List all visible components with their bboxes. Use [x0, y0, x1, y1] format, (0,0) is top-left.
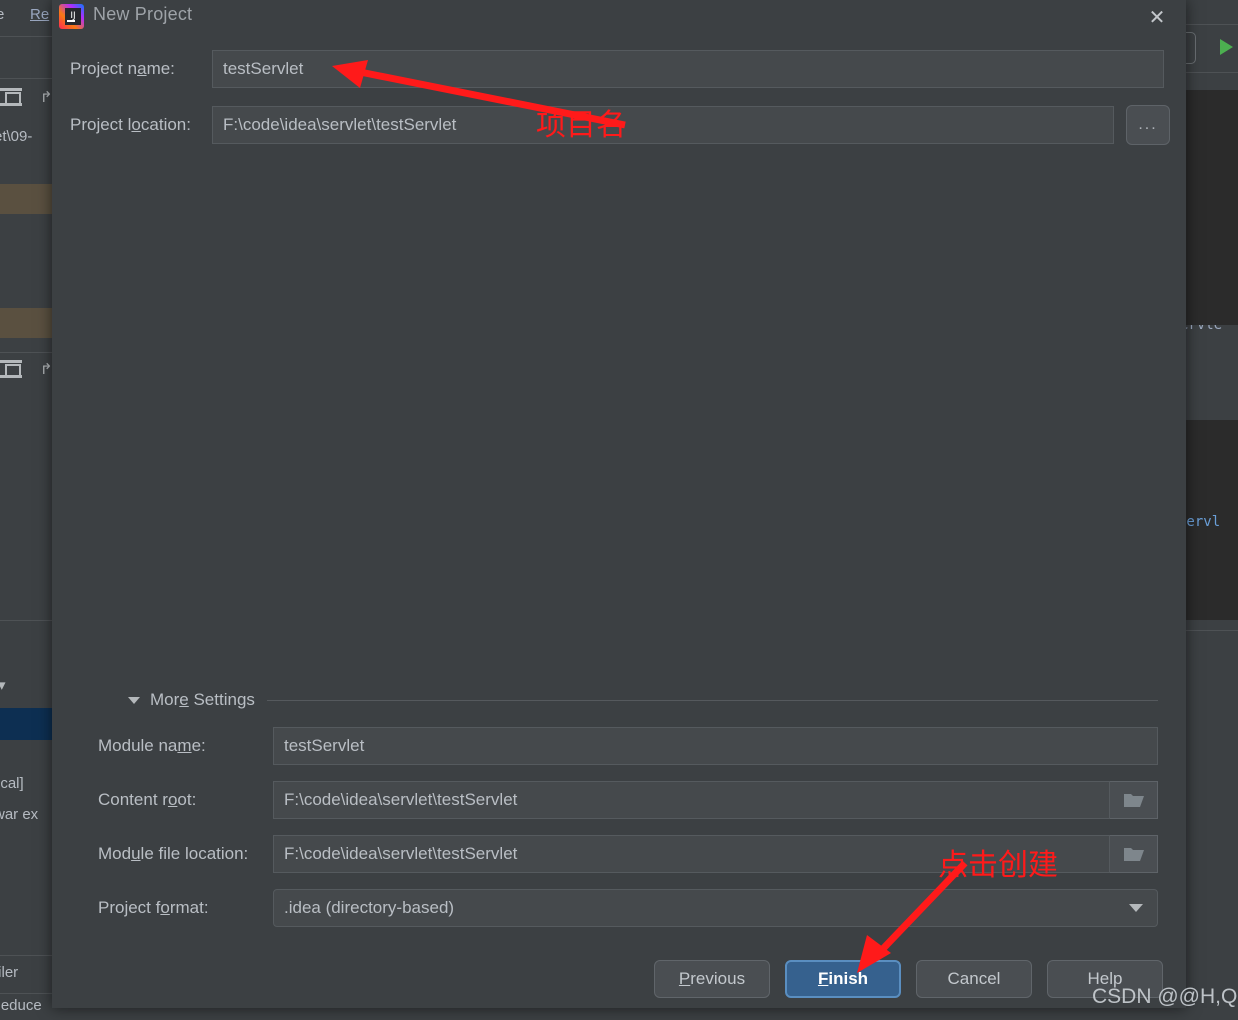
module-name-input[interactable] — [272, 727, 1158, 765]
project-name-label: Project name: — [70, 59, 175, 78]
cancel-button[interactable]: Cancel — [916, 960, 1032, 998]
ellipsis-icon: ... — [1138, 116, 1158, 133]
finish-button[interactable]: Finish — [785, 960, 901, 998]
menu-item-refactor-fragment[interactable]: Re — [30, 6, 49, 23]
ide-divider — [0, 352, 52, 353]
expand-all-icon[interactable] — [0, 360, 22, 378]
csdn-watermark: CSDN @@H,Q — [1092, 985, 1238, 1008]
collapse-icon[interactable]: ↱ — [40, 360, 52, 378]
menu-item-file-fragment[interactable]: e — [0, 6, 4, 23]
chevron-down-icon[interactable]: ▾ — [0, 676, 6, 694]
folder-icon — [1123, 847, 1144, 861]
run-arrow-icon[interactable] — [1220, 39, 1233, 55]
project-name-row: Project name: — [70, 50, 1170, 88]
ide-divider — [0, 36, 52, 37]
project-name-input[interactable] — [212, 50, 1164, 88]
more-settings-label: More Settings — [150, 690, 255, 709]
project-path-fragment: et\09- — [0, 128, 33, 145]
content-root-input[interactable] — [272, 781, 1111, 819]
profiler-tab-fragment[interactable]: filer — [0, 964, 18, 981]
annotation-click-create: 点击创建 — [938, 848, 1058, 883]
ide-divider — [0, 78, 52, 79]
close-icon[interactable]: ✕ — [1134, 0, 1180, 34]
ide-divider — [0, 955, 52, 956]
run-config-selector[interactable] — [1186, 32, 1196, 64]
annotation-project-name: 项目名 — [536, 108, 626, 143]
section-divider — [266, 699, 1158, 701]
reduce-tab-fragment[interactable]: Reduce — [0, 997, 42, 1014]
project-format-select[interactable]: .idea (directory-based) — [272, 889, 1158, 927]
browse-content-root-button[interactable] — [1110, 781, 1158, 819]
browse-module-file-location-button[interactable] — [1110, 835, 1158, 873]
project-location-row: Project location: ... — [70, 105, 1190, 145]
highlight-band — [0, 184, 52, 214]
dialog-title: New Project — [93, 4, 193, 24]
ide-divider — [1186, 24, 1238, 25]
triangle-down-icon — [128, 696, 140, 704]
collapse-icon[interactable]: ↱ — [40, 88, 52, 106]
project-format-row: Project format: .idea (directory-based) — [98, 889, 1158, 927]
previous-button[interactable]: Previous — [654, 960, 770, 998]
module-file-location-label: Module file location: — [98, 844, 249, 863]
dialog-titlebar: IJ New Project ✕ — [52, 0, 1186, 34]
project-location-input[interactable] — [212, 106, 1114, 144]
selected-row-band — [0, 708, 52, 740]
module-name-row: Module name: — [98, 727, 1158, 765]
ide-divider — [1186, 72, 1238, 73]
war-exploded-fragment: war ex — [0, 806, 39, 823]
svg-text:IJ: IJ — [70, 11, 75, 21]
content-root-label: Content root: — [98, 790, 197, 809]
ide-divider — [0, 620, 52, 621]
code-fragment-servlet-2: Servl — [1186, 514, 1221, 530]
run-config-fragment: ocal] — [0, 775, 24, 792]
folder-icon — [1123, 793, 1144, 807]
screenshot-root: e Re ↱ et\09- ↱ ▾ ocal] war ex filer Red… — [0, 0, 1238, 1020]
intellij-idea-logo: IJ — [58, 3, 85, 30]
ide-left-strip: e Re ↱ et\09- ↱ ▾ ocal] war ex filer Red… — [0, 0, 52, 1020]
content-root-row: Content root: — [98, 781, 1158, 819]
project-format-label: Project format: — [98, 898, 209, 917]
highlight-band — [0, 308, 52, 338]
more-settings-toggle[interactable]: More Settings — [128, 690, 1158, 710]
module-name-label: Module name: — [98, 736, 206, 755]
ide-divider — [0, 993, 52, 994]
browse-location-button[interactable]: ... — [1126, 105, 1170, 145]
expand-all-icon[interactable] — [0, 88, 22, 106]
ide-divider — [1186, 630, 1238, 631]
chevron-down-icon — [1129, 904, 1143, 912]
project-location-label: Project location: — [70, 115, 191, 134]
ide-right-strip: ervle Servl — [1186, 0, 1238, 1020]
project-format-value: .idea (directory-based) — [283, 898, 455, 917]
editor-pane-dark — [1186, 155, 1238, 325]
